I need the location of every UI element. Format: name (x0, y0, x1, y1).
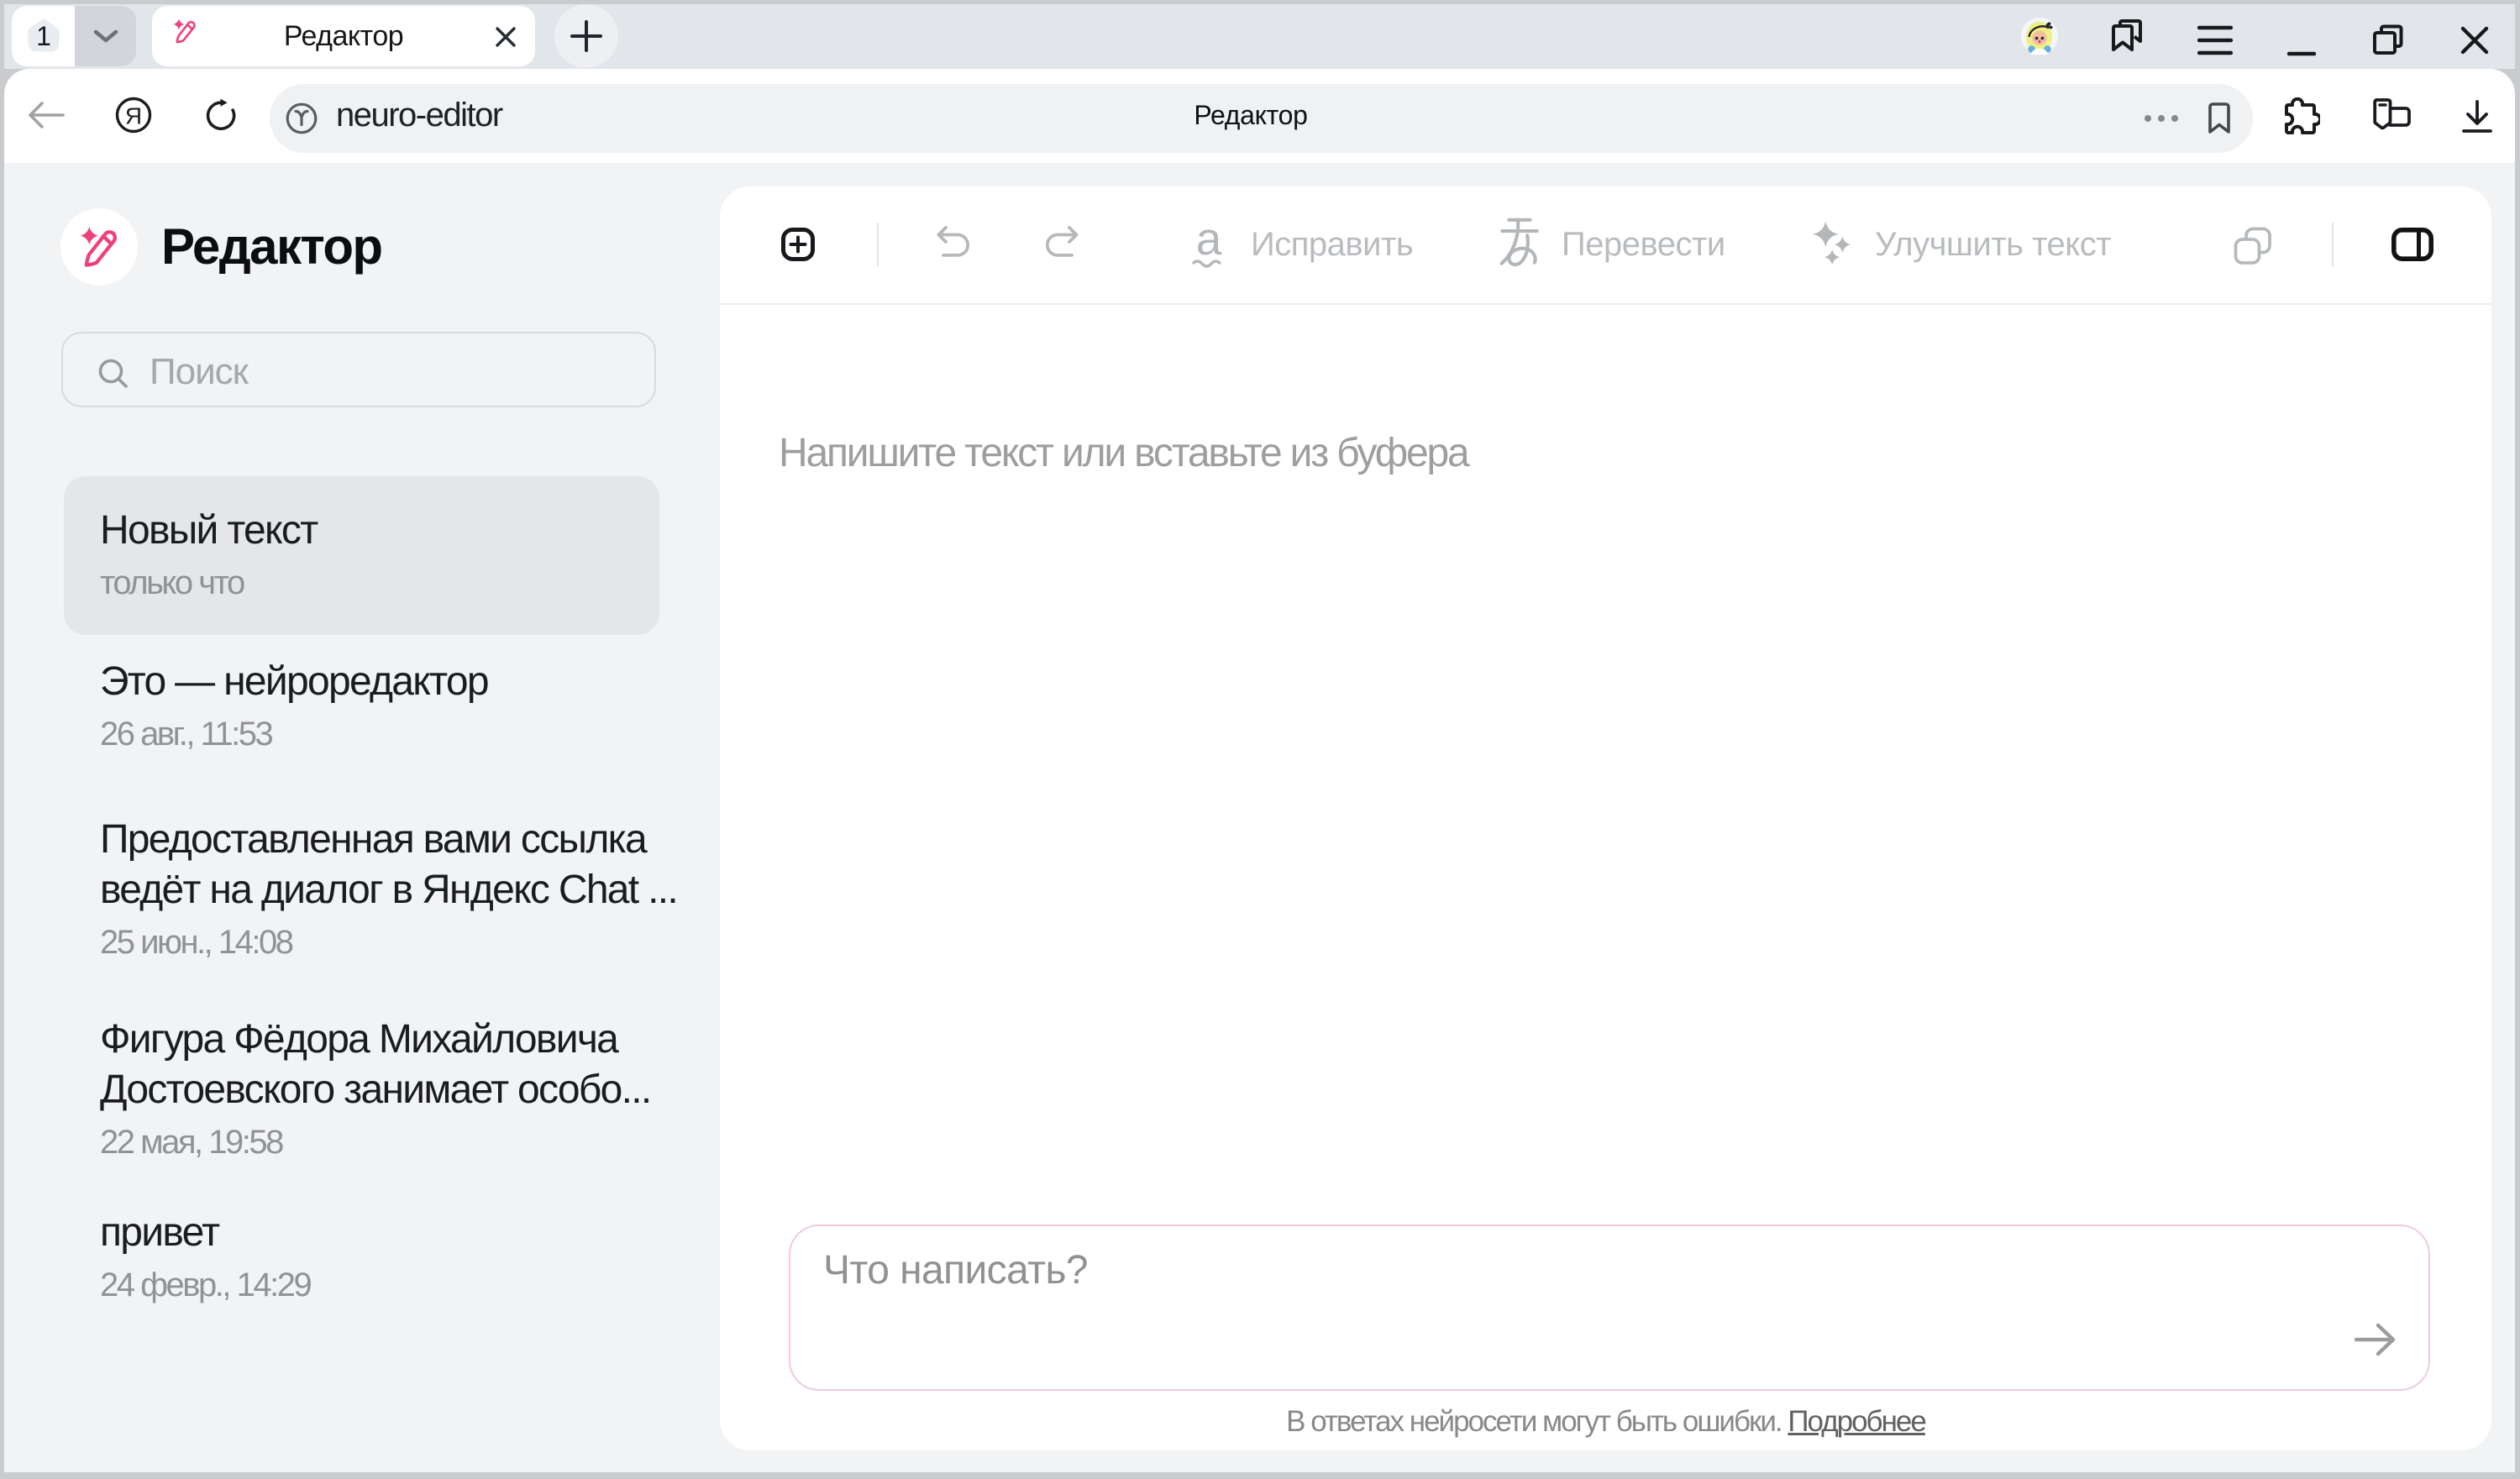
svg-text:Я: Я (125, 103, 142, 129)
svg-text:1: 1 (36, 21, 51, 51)
svg-text:a: a (1196, 220, 1222, 265)
